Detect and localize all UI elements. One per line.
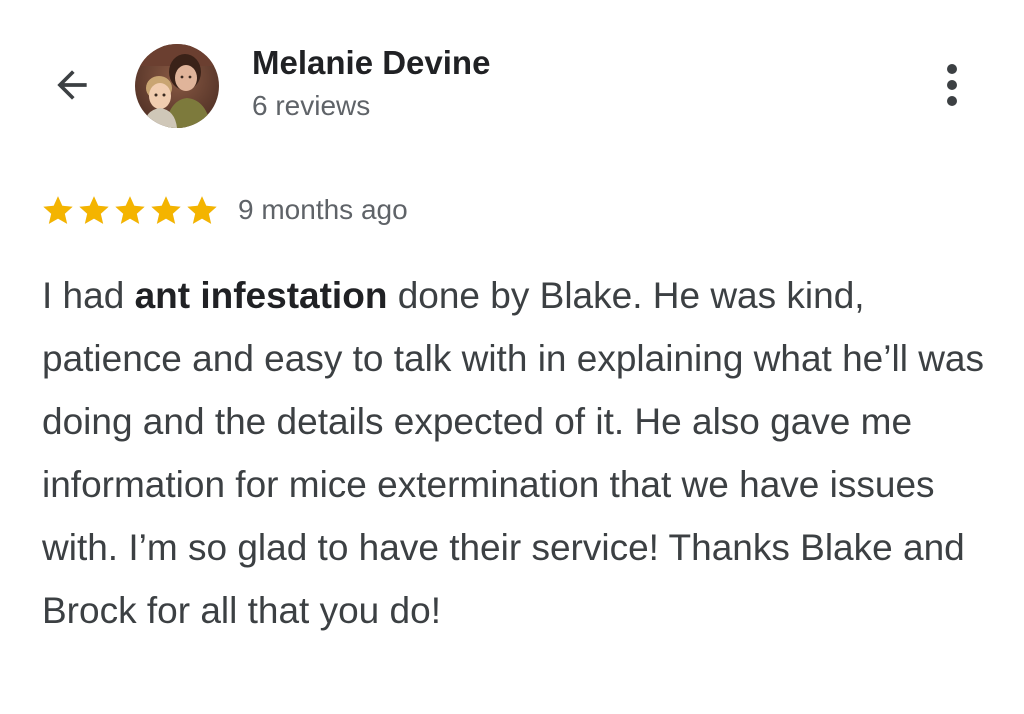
review-text-end: done by Blake. He was kind, patience and…: [42, 275, 985, 631]
more-options-button[interactable]: [928, 62, 976, 112]
avatar[interactable]: [135, 44, 219, 128]
review-text-start: I had: [42, 275, 135, 316]
more-vert-icon: [942, 62, 962, 113]
reviewer-name[interactable]: Melanie Devine: [252, 44, 490, 82]
review-text: I had ant infestation done by Blake. He …: [42, 264, 992, 642]
review-text-highlight: ant infestation: [134, 275, 388, 316]
star-icon: [76, 193, 112, 227]
profile-photo-image: [135, 44, 219, 128]
star-icon: [112, 193, 148, 227]
star-icon: [148, 193, 184, 227]
review-time: 9 months ago: [238, 194, 408, 225]
arrow-back-icon: [50, 63, 94, 112]
back-button[interactable]: [44, 62, 100, 112]
rating-row: 9 months ago: [40, 190, 408, 230]
star-icon: [40, 193, 76, 227]
reviewer-review-count[interactable]: 6 reviews: [252, 90, 370, 122]
star-icon: [184, 193, 220, 227]
star-rating: [40, 193, 220, 227]
